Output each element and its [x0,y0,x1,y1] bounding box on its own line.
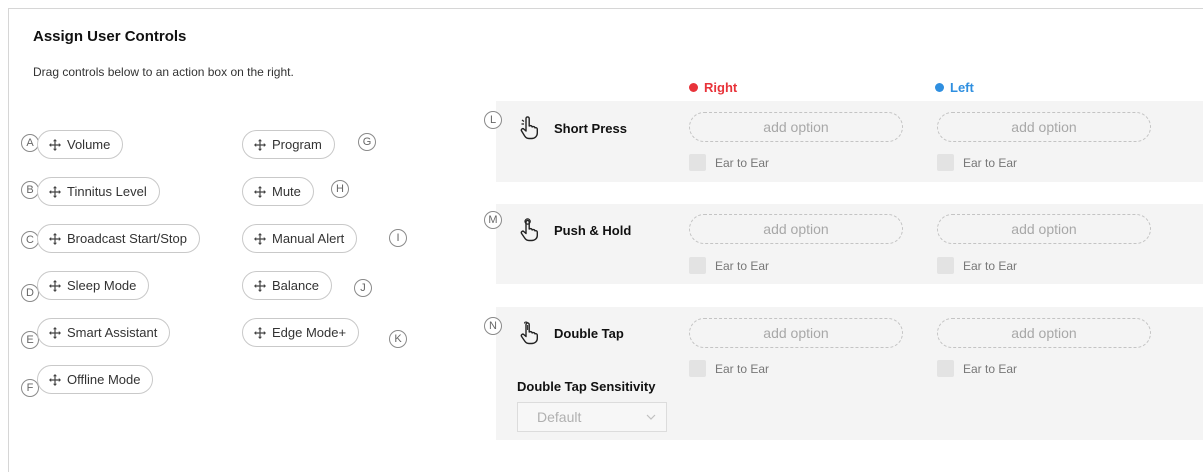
left-dot [935,83,944,92]
control-label: Manual Alert [272,231,345,246]
ear-to-ear-push-hold-right[interactable]: Ear to Ear [689,257,769,274]
action-letter-l: L [484,111,502,129]
right-dot [689,83,698,92]
control-letter-k: K [389,330,407,348]
move-icon [48,185,62,199]
control-letter-h: H [331,180,349,198]
page-title: Assign User Controls [33,28,187,45]
double-tap-sensitivity-select[interactable]: Default [517,402,667,432]
hold-hand-icon [518,218,540,242]
move-icon [253,232,267,246]
drop-box-short-press-right[interactable]: add option [689,112,903,142]
control-chip-offline-mode[interactable]: Offline Mode [37,365,154,394]
control-label: Edge Mode+ [272,325,347,340]
checkbox[interactable] [937,360,954,377]
checkbox[interactable] [937,154,954,171]
control-chip-program[interactable]: Program [242,130,335,159]
control-label: Tinnitus Level [67,184,147,199]
column-label-left: Left [950,80,974,95]
control-label: Balance [272,278,319,293]
control-chip-tinnitus-level[interactable]: Tinnitus Level [37,177,160,206]
ear-to-ear-double-tap-left[interactable]: Ear to Ear [937,360,1017,377]
checkbox[interactable] [689,154,706,171]
drop-box-push-hold-left[interactable]: add option [937,214,1151,244]
double-tap-hand-icon [518,321,540,345]
ear-to-ear-short-press-left[interactable]: Ear to Ear [937,154,1017,171]
ear-to-ear-label: Ear to Ear [715,258,770,273]
move-icon [253,279,267,293]
move-icon [48,138,62,152]
control-label: Smart Assistant [67,325,158,340]
select-value: Default [537,409,582,425]
double-tap-sensitivity-label: Double Tap Sensitivity [517,379,656,394]
action-label-double-tap: Double Tap [554,326,624,341]
ear-to-ear-label: Ear to Ear [715,155,770,170]
drop-box-double-tap-right[interactable]: add option [689,318,903,348]
action-letter-n: N [484,317,502,335]
control-label: Sleep Mode [67,278,137,293]
move-icon [48,232,62,246]
column-header-right: Right [689,80,737,95]
ear-to-ear-label: Ear to Ear [963,155,1018,170]
control-chip-edge-mode-plus[interactable]: Edge Mode+ [242,318,360,347]
control-label: Volume [67,137,111,152]
control-letter-i: I [389,229,407,247]
ear-to-ear-label: Ear to Ear [715,361,770,376]
move-icon [253,138,267,152]
action-label-push-hold: Push & Hold [554,223,632,238]
control-letter-j: J [354,279,372,297]
action-label-short-press: Short Press [554,121,627,136]
control-label: Offline Mode [67,372,141,387]
checkbox[interactable] [689,257,706,274]
ear-to-ear-label: Ear to Ear [963,258,1018,273]
checkbox[interactable] [937,257,954,274]
control-chip-manual-alert[interactable]: Manual Alert [242,224,358,253]
action-letter-m: M [484,211,502,229]
control-chip-smart-assistant[interactable]: Smart Assistant [37,318,171,347]
ear-to-ear-short-press-right[interactable]: Ear to Ear [689,154,769,171]
pointing-hand-icon [518,116,540,140]
move-icon [48,279,62,293]
instructions-text: Drag controls below to an action box on … [33,65,294,79]
chevron-down-icon [646,414,656,420]
move-icon [48,373,62,387]
ear-to-ear-push-hold-left[interactable]: Ear to Ear [937,257,1017,274]
control-label: Broadcast Start/Stop [67,231,187,246]
control-chip-mute[interactable]: Mute [242,177,314,206]
drop-box-push-hold-right[interactable]: add option [689,214,903,244]
control-label: Program [272,137,322,152]
control-chip-broadcast-start-stop[interactable]: Broadcast Start/Stop [37,224,200,253]
move-icon [48,326,62,340]
ear-to-ear-double-tap-right[interactable]: Ear to Ear [689,360,769,377]
control-chip-balance[interactable]: Balance [242,271,332,300]
control-chip-sleep-mode[interactable]: Sleep Mode [37,271,150,300]
ear-to-ear-label: Ear to Ear [963,361,1018,376]
drop-box-short-press-left[interactable]: add option [937,112,1151,142]
control-chip-volume[interactable]: Volume [37,130,124,159]
checkbox[interactable] [689,360,706,377]
drop-box-double-tap-left[interactable]: add option [937,318,1151,348]
control-label: Mute [272,184,301,199]
move-icon [253,185,267,199]
column-label-right: Right [704,80,738,95]
column-header-left: Left [935,80,974,95]
move-icon [253,326,267,340]
control-letter-g: G [358,133,376,151]
